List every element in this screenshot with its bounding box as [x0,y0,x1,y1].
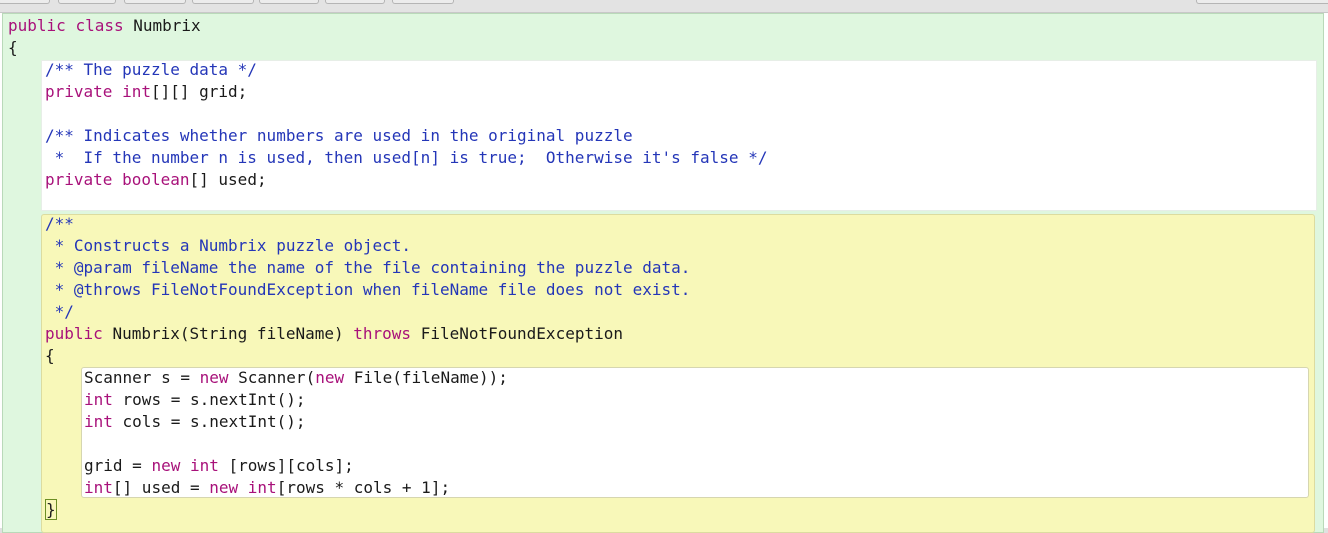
code-text: Scanner( [228,368,316,387]
keyword: int [122,82,151,101]
keyword: public [8,16,66,35]
matched-brace: } [45,499,57,520]
code-line-close-brace[interactable]: } [45,499,57,521]
keyword: int [84,478,113,497]
keyword: class [75,16,124,35]
code-line-comment[interactable]: /** [45,213,74,235]
code-text: rows = s.nextInt(); [112,390,306,409]
toolbar-button-6[interactable] [325,0,385,4]
keyword: private [45,170,113,189]
keyword: new [199,368,229,387]
code-line-comment[interactable]: * If the number n is used, then used[n] … [45,147,768,169]
code-line-used-assign[interactable]: int[] used = new int[rows * cols + 1]; [84,477,450,499]
toolbar-button-2[interactable] [58,0,116,4]
toolbar-strip [0,0,1328,13]
code-text: grid = [84,456,152,475]
code-text: Numbrix(String fileName) [112,324,344,343]
code-line-comment[interactable]: /** The puzzle data */ [45,59,257,81]
class-name: Numbrix [133,16,201,35]
code-line-cols[interactable]: int cols = s.nextInt(); [84,411,306,433]
keyword: new [209,478,239,497]
keyword: new [151,456,181,475]
code-line-comment[interactable]: * Constructs a Numbrix puzzle object. [45,235,411,257]
toolbar-button-7[interactable] [392,0,454,4]
toolbar-button-3[interactable] [124,0,186,4]
code-text: [rows * cols + 1]; [276,478,451,497]
code-line-class-declaration[interactable]: public class Numbrix [8,15,201,37]
keyword: int [84,412,113,431]
code-text: Scanner s = [84,368,200,387]
toolbar-button-1[interactable] [0,0,50,4]
code-text: File(fileName)); [344,368,508,387]
code-line-rows[interactable]: int rows = s.nextInt(); [84,389,306,411]
code-line-comment[interactable]: /** Indicates whether numbers are used i… [45,125,633,147]
code-line-comment[interactable]: * @throws FileNotFoundException when fil… [45,279,691,301]
code-line-open-brace[interactable]: { [8,37,18,59]
toolbar-button-right[interactable] [1196,0,1328,4]
keyword: throws [353,324,412,343]
code-line-scanner[interactable]: Scanner s = new Scanner(new File(fileNam… [84,367,508,389]
keyword: private [45,82,113,101]
code-text: [] used; [189,170,267,189]
toolbar-button-4[interactable] [192,0,254,4]
code-line-grid-assign[interactable]: grid = new int [rows][cols]; [84,455,354,477]
keyword: int [189,456,219,475]
toolbar-button-5[interactable] [259,0,319,4]
code-line-constructor-signature[interactable]: public Numbrix(String fileName) throws F… [45,323,623,345]
code-text: cols = s.nextInt(); [112,412,306,431]
code-line-field-used[interactable]: private boolean[] used; [45,169,267,191]
keyword: int [247,478,277,497]
code-line-comment[interactable]: * @param fileName the name of the file c… [45,257,691,279]
code-line-open-brace[interactable]: { [45,345,55,367]
code-text: [] used = [112,478,210,497]
code-text: [rows][cols]; [218,456,354,475]
code-line-field-grid[interactable]: private int[][] grid; [45,81,247,103]
keyword: public [45,324,103,343]
code-editor[interactable]: public class Numbrix { /** The puzzle da… [0,13,1328,533]
code-text: FileNotFoundException [420,324,623,343]
keyword: new [315,368,345,387]
code-line-comment[interactable]: */ [45,301,74,323]
code-text: [][] grid; [150,82,248,101]
keyword: int [84,390,113,409]
keyword: boolean [122,170,190,189]
